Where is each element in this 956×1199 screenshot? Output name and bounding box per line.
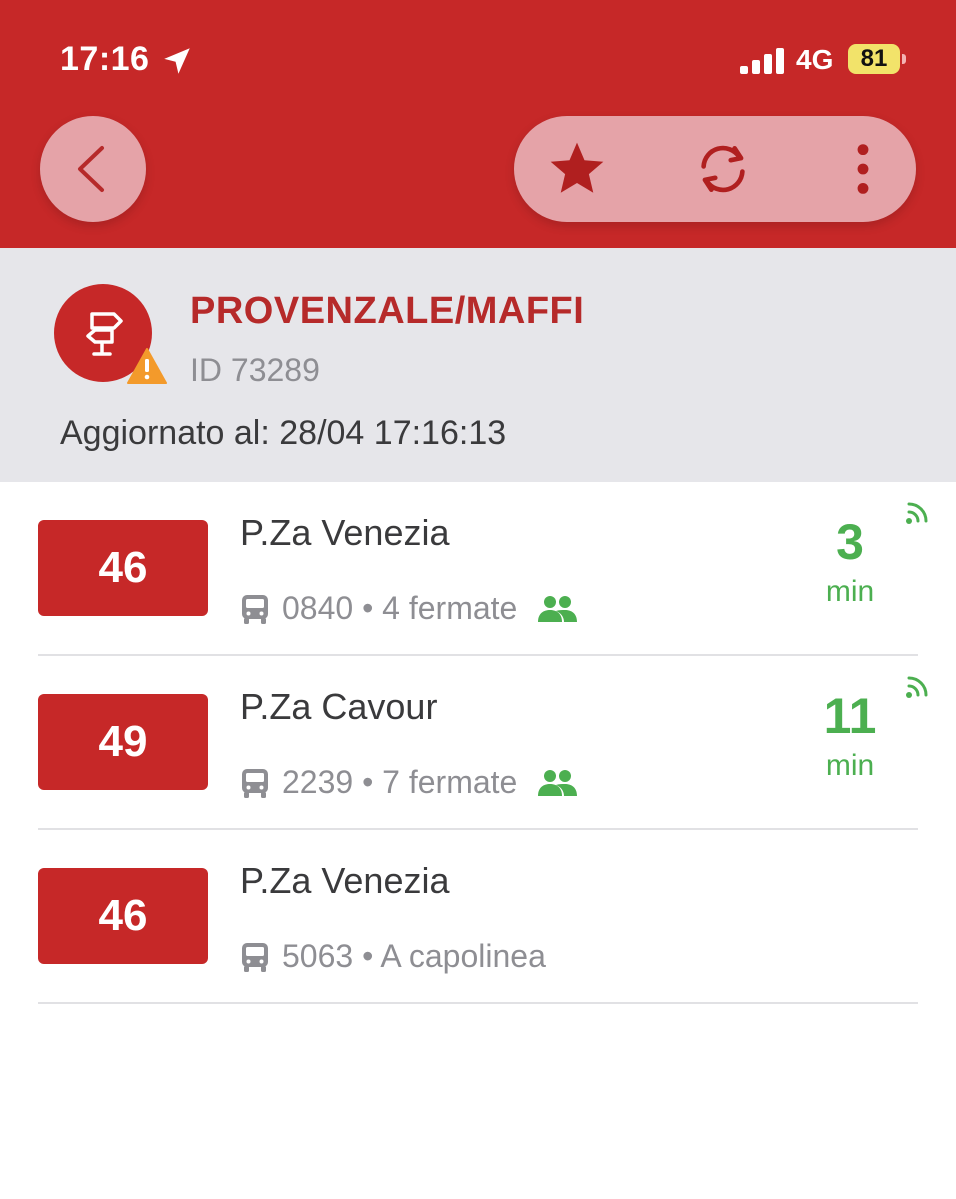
realtime-signal-icon [906, 502, 928, 524]
stop-id: ID 73289 [190, 352, 320, 388]
stops-info: • 4 fermate [362, 590, 518, 627]
eta-unit: min [825, 749, 875, 782]
star-icon[interactable] [546, 138, 608, 200]
location-arrow-icon [164, 48, 190, 74]
status-time: 17:16 [60, 40, 150, 78]
row-divider [38, 1002, 918, 1004]
network-type: 4G [796, 44, 834, 75]
destination: P.Za Cavour [240, 686, 438, 727]
chevron-left-icon [78, 146, 104, 192]
warning-icon [127, 348, 167, 384]
stop-name: PROVENZALE/MAFFI [190, 290, 585, 332]
arrival-row[interactable]: 46 P.Za Venezia 5063 • A capolinea [0, 830, 956, 1004]
arrival-row[interactable]: 46 P.Za Venezia 0840 • 4 fermate 3 min [0, 482, 956, 656]
arrival-details: 5063 • A capolinea [240, 936, 546, 976]
eta: 11 min [800, 676, 928, 786]
toolbar-actions [514, 116, 916, 222]
arrival-details: 0840 • 4 fermate [240, 588, 578, 628]
stops-info: • 7 fermate [362, 764, 518, 801]
cellular-signal-icon [740, 48, 784, 74]
destination: P.Za Venezia [240, 512, 450, 553]
battery-level: 81 [860, 45, 888, 72]
eta-value: 11 [823, 688, 877, 744]
eta-unit: min [825, 575, 875, 608]
top-bar: 17:16 4G 81 [0, 0, 956, 248]
bus-icon [242, 594, 268, 624]
back-button[interactable] [40, 116, 146, 222]
vehicle-id: 2239 [282, 764, 354, 801]
line-badge: 46 [38, 520, 208, 616]
refresh-icon[interactable] [692, 138, 754, 200]
arrival-details: 2239 • 7 fermate [240, 762, 578, 802]
occupancy-icon [538, 769, 578, 796]
last-updated: Aggiornato al: 28/04 17:16:13 [60, 414, 507, 452]
vehicle-id: 5063 [282, 938, 354, 975]
stops-info: • A capolinea [362, 938, 546, 975]
eta-value: 3 [836, 514, 864, 570]
line-badge: 46 [38, 868, 208, 964]
occupancy-icon [538, 595, 578, 622]
bus-icon [242, 942, 268, 972]
more-vertical-icon[interactable] [832, 138, 894, 200]
line-badge: 49 [38, 694, 208, 790]
destination: P.Za Venezia [240, 860, 450, 901]
battery-icon: 81 [848, 44, 906, 74]
bus-icon [242, 768, 268, 798]
eta: 3 min [800, 502, 928, 612]
vehicle-id: 0840 [282, 590, 354, 627]
realtime-signal-icon [906, 676, 928, 698]
arrival-row[interactable]: 49 P.Za Cavour 2239 • 7 fermate 11 min [0, 656, 956, 830]
